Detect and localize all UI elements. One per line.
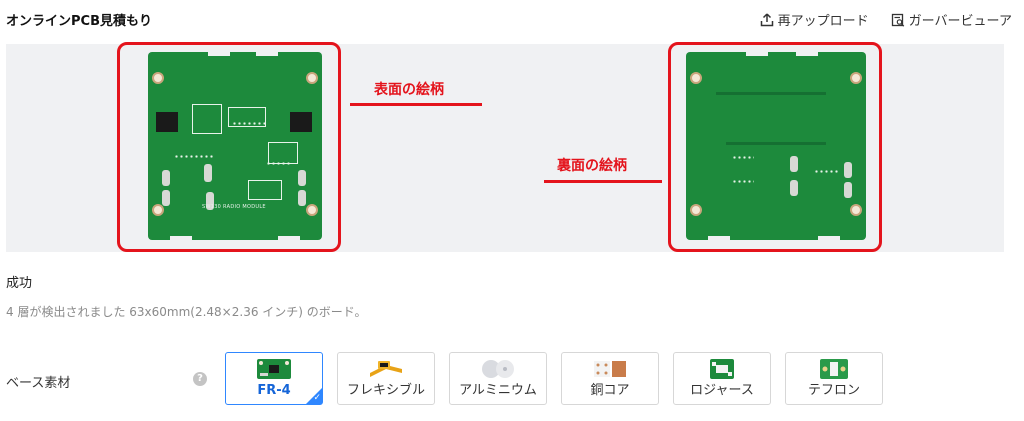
header: オンラインPCB見積もり 再アップロード ガーバービューア [6,8,1018,30]
front-annotation-label: 表面の絵柄 [374,82,444,98]
help-icon[interactable]: ? [193,372,207,386]
reupload-label: 再アップロード [777,14,869,29]
fr4-thumbnail [257,359,291,383]
material-option-copper-core[interactable]: 銅コア [561,352,659,405]
status-detail: 4 層が検出されました 63x60mm(2.48×2.36 インチ) のボード。 [6,305,367,319]
check-icon: ✓ [313,393,321,403]
material-option-aluminum[interactable]: アルミニウム [449,352,547,405]
gerber-viewer-button[interactable]: ガーバービューア [891,10,1012,29]
front-annotation-underline [350,103,482,106]
material-option-teflon[interactable]: テフロン [785,352,883,405]
material-option-label: アルミニウム [459,383,537,398]
page-title: オンラインPCB見積もり [6,14,152,29]
status-title: 成功 [6,276,33,291]
upload-icon [760,12,774,27]
reupload-button[interactable]: 再アップロード [760,10,869,29]
gerber-viewer-label: ガーバービューア [908,14,1012,29]
material-option-fr4[interactable]: FR-4 ✓ [225,352,323,405]
front-highlight-box [117,42,341,252]
material-option-label: フレキシブル [346,383,425,398]
material-option-rogers[interactable]: ロジャース [673,352,771,405]
material-option-flexible[interactable]: フレキシブル [337,352,435,405]
header-actions: 再アップロード ガーバービューア [760,10,1012,29]
base-material-label: ベース素材 [6,376,71,391]
material-option-label: 銅コア [590,383,630,398]
material-option-label: テフロン [807,383,860,398]
gerber-viewer-icon [891,13,905,27]
pcb-preview-area: SW130 RADIO MODULE 表面の絵柄 裏面の絵柄 [6,42,1004,252]
back-highlight-box [668,42,882,252]
back-annotation-label: 裏面の絵柄 [557,158,627,174]
material-option-label: ロジャース [690,383,754,398]
base-material-options: FR-4 ✓ フレキシブル アルミニウム 銅コア ロジャース テフロン [225,352,883,405]
back-annotation-underline [544,180,662,183]
